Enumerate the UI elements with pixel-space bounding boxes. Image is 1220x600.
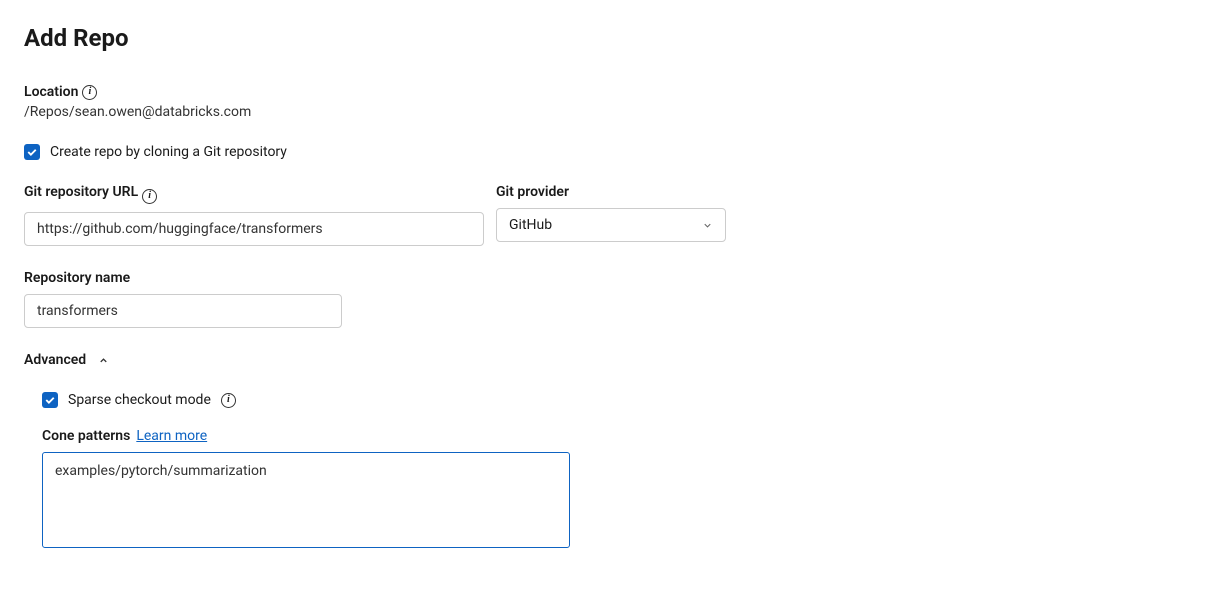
git-provider-group: Git provider GitHub — [496, 184, 726, 246]
location-section: Location i /Repos/sean.owen@databricks.c… — [24, 84, 1196, 120]
checkmark-icon — [44, 394, 56, 406]
chevron-up-icon — [98, 355, 109, 366]
advanced-content: Sparse checkout mode i Cone patterns Lea… — [24, 392, 1196, 552]
cone-patterns-header: Cone patterns Learn more — [42, 428, 1196, 444]
location-path: /Repos/sean.owen@databricks.com — [24, 104, 1196, 120]
info-icon[interactable]: i — [142, 189, 157, 204]
sparse-checkout-label: Sparse checkout mode — [68, 392, 211, 408]
sparse-checkout-row: Sparse checkout mode i — [42, 392, 1196, 408]
git-provider-select[interactable]: GitHub — [496, 208, 726, 242]
cone-patterns-label: Cone patterns — [42, 428, 130, 444]
info-icon[interactable]: i — [82, 85, 97, 100]
git-provider-label: Git provider — [496, 184, 726, 200]
repo-name-group: Repository name — [24, 270, 342, 328]
git-url-input[interactable] — [24, 212, 484, 246]
location-label: Location — [24, 84, 78, 100]
git-url-label: Git repository URL — [24, 184, 138, 200]
repo-name-label: Repository name — [24, 270, 342, 286]
create-by-clone-row: Create repo by cloning a Git repository — [24, 144, 1196, 160]
advanced-label: Advanced — [24, 352, 86, 368]
git-url-provider-row: Git repository URL i Git provider GitHub — [24, 184, 1196, 246]
checkmark-icon — [26, 146, 38, 158]
sparse-checkout-checkbox[interactable] — [42, 392, 58, 408]
learn-more-link[interactable]: Learn more — [136, 428, 207, 444]
info-icon[interactable]: i — [221, 393, 236, 408]
create-by-clone-label: Create repo by cloning a Git repository — [50, 144, 287, 160]
repo-name-input[interactable] — [24, 294, 342, 328]
git-provider-value: GitHub — [509, 217, 552, 233]
cone-patterns-textarea[interactable]: examples/pytorch/summarization — [42, 452, 570, 548]
advanced-toggle[interactable]: Advanced — [24, 352, 1196, 368]
page-title: Add Repo — [24, 24, 1196, 52]
chevron-down-icon — [702, 220, 713, 231]
git-url-group: Git repository URL i — [24, 184, 484, 246]
create-by-clone-checkbox[interactable] — [24, 144, 40, 160]
